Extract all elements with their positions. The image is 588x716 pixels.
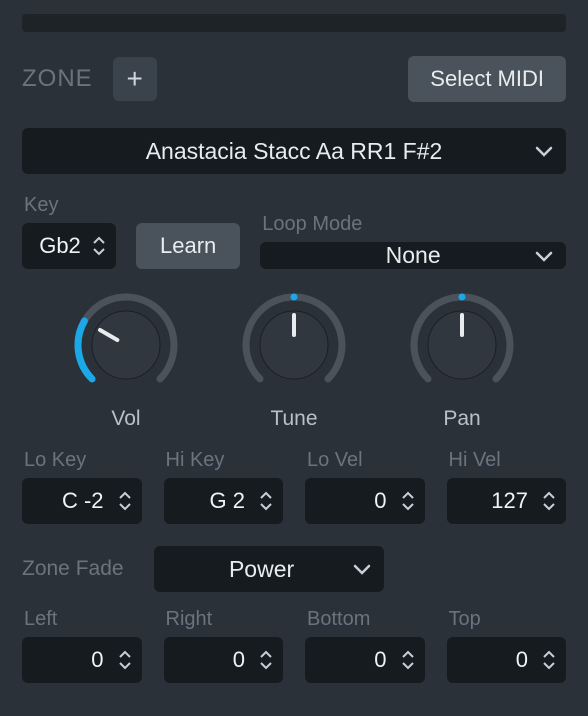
- add-zone-button[interactable]: +: [113, 57, 157, 101]
- knobs-row: Vol Tune: [22, 293, 566, 431]
- vol-knob[interactable]: [74, 293, 178, 397]
- pan-label: Pan: [443, 407, 480, 431]
- left-label: Left: [22, 608, 142, 631]
- fade-row: Left 0 Right 0 Bottom 0 To: [22, 608, 566, 683]
- loop-mode-label: Loop Mode: [260, 213, 566, 236]
- bottom-stepper[interactable]: 0: [305, 637, 425, 683]
- chevron-down-icon: [522, 250, 566, 262]
- stepper-arrows-icon: [259, 491, 275, 511]
- stepper-arrows-icon: [92, 236, 108, 256]
- lo-key-stepper[interactable]: C -2: [22, 478, 142, 524]
- stepper-arrows-icon: [401, 650, 417, 670]
- zone-fade-value: Power: [184, 556, 340, 583]
- vol-label: Vol: [111, 407, 140, 431]
- zone-fade-selector[interactable]: Power: [154, 546, 384, 592]
- plus-icon: +: [126, 63, 142, 95]
- hi-vel-label: Hi Vel: [447, 449, 567, 472]
- lo-vel-label: Lo Vel: [305, 449, 425, 472]
- zone-fade-label: Zone Fade: [22, 557, 124, 581]
- stepper-arrows-icon: [118, 491, 134, 511]
- loop-mode-selector[interactable]: None: [260, 242, 566, 269]
- lo-vel-stepper[interactable]: 0: [305, 478, 425, 524]
- right-stepper[interactable]: 0: [164, 637, 284, 683]
- tune-label: Tune: [270, 407, 317, 431]
- key-vel-row: Lo Key C -2 Hi Key G 2 Lo Vel 0: [22, 449, 566, 524]
- hi-key-stepper[interactable]: G 2: [164, 478, 284, 524]
- stepper-arrows-icon: [118, 650, 134, 670]
- key-label: Key: [22, 194, 116, 217]
- sample-selector[interactable]: Anastacia Stacc Aa RR1 F#2: [22, 128, 566, 174]
- top-stepper[interactable]: 0: [447, 637, 567, 683]
- stepper-arrows-icon: [401, 491, 417, 511]
- tune-knob[interactable]: [242, 293, 346, 397]
- bottom-label: Bottom: [305, 608, 425, 631]
- key-stepper[interactable]: Gb2: [22, 223, 116, 269]
- key-value: Gb2: [36, 233, 84, 259]
- top-label: Top: [447, 608, 567, 631]
- sample-name: Anastacia Stacc Aa RR1 F#2: [66, 138, 522, 165]
- zone-title: ZONE: [22, 65, 93, 93]
- lo-key-label: Lo Key: [22, 449, 142, 472]
- toolbar-strip: [22, 14, 566, 32]
- hi-vel-stepper[interactable]: 127: [447, 478, 567, 524]
- right-label: Right: [164, 608, 284, 631]
- zone-header: ZONE + Select MIDI: [22, 56, 566, 102]
- select-midi-button[interactable]: Select MIDI: [408, 56, 566, 102]
- loop-mode-value: None: [304, 242, 522, 269]
- stepper-arrows-icon: [259, 650, 275, 670]
- stepper-arrows-icon: [542, 491, 558, 511]
- stepper-arrows-icon: [542, 650, 558, 670]
- learn-button[interactable]: Learn: [136, 223, 240, 269]
- pan-knob[interactable]: [410, 293, 514, 397]
- chevron-down-icon: [522, 145, 566, 157]
- hi-key-label: Hi Key: [164, 449, 284, 472]
- chevron-down-icon: [340, 563, 384, 575]
- left-stepper[interactable]: 0: [22, 637, 142, 683]
